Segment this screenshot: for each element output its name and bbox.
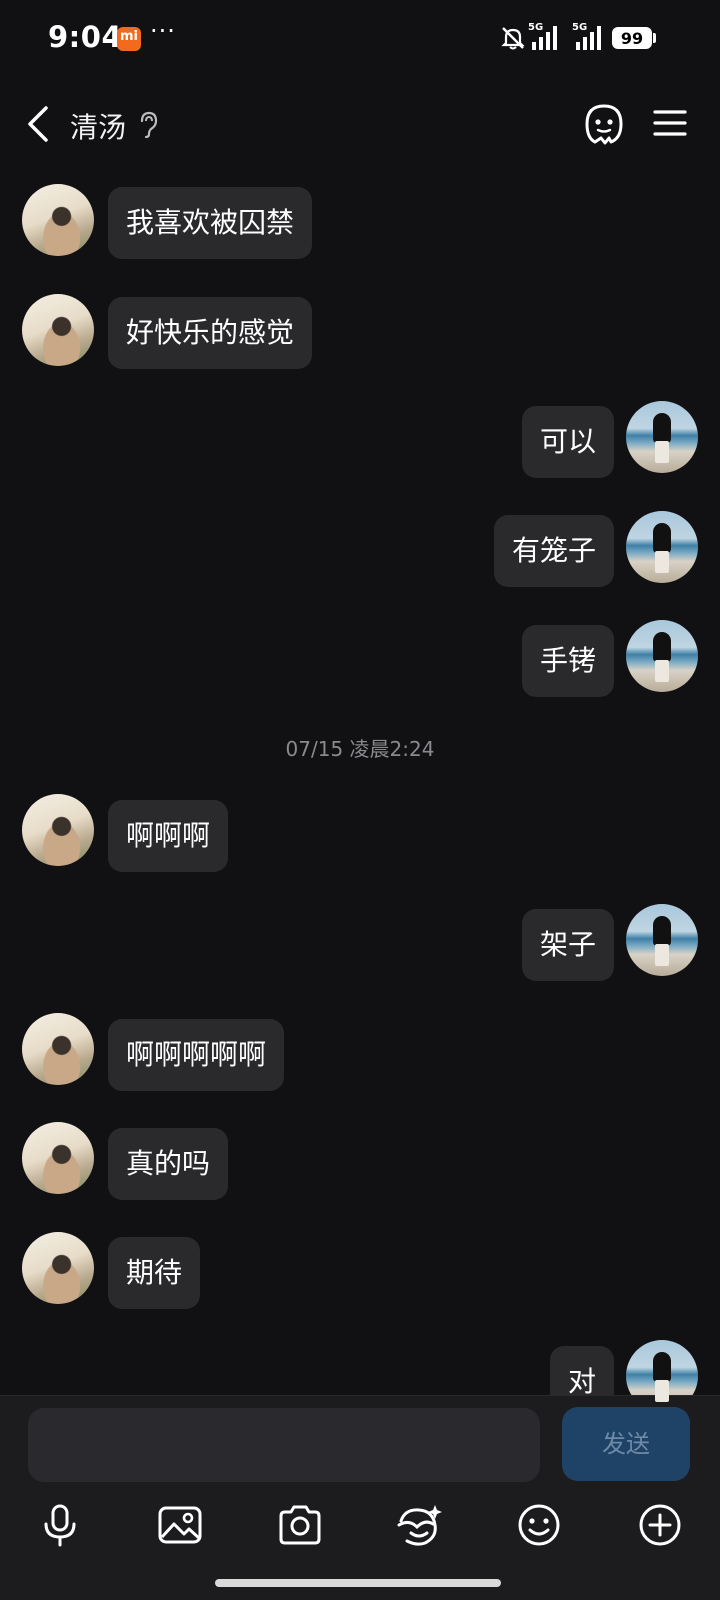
mi-badge-label: mi bbox=[119, 29, 138, 44]
my-avatar[interactable] bbox=[626, 620, 698, 692]
chevron-left-icon[interactable] bbox=[24, 104, 52, 144]
battery-level: 99 bbox=[620, 29, 644, 48]
ghost-icon[interactable] bbox=[583, 102, 625, 146]
message-bubble-outgoing[interactable]: 可以 bbox=[521, 406, 614, 478]
message-timestamp: 07/15 凌晨2:24 bbox=[285, 737, 435, 761]
emoji-icon[interactable] bbox=[515, 1501, 563, 1549]
contact-avatar[interactable] bbox=[22, 794, 94, 866]
mi-app-icon: mi bbox=[117, 27, 141, 51]
more-notifications-icon: ··· bbox=[150, 17, 176, 45]
message-bubble-outgoing[interactable]: 架子 bbox=[521, 909, 614, 981]
home-indicator[interactable] bbox=[215, 1579, 501, 1587]
battery-icon: 99 bbox=[612, 27, 652, 49]
message-bubble-outgoing[interactable]: 有笼子 bbox=[493, 515, 614, 587]
message-bubble-incoming[interactable]: 啊啊啊啊啊 bbox=[108, 1019, 285, 1091]
my-avatar[interactable] bbox=[626, 904, 698, 976]
sticker-icon[interactable] bbox=[395, 1501, 443, 1549]
contact-avatar[interactable] bbox=[22, 184, 94, 256]
contact-avatar[interactable] bbox=[22, 1232, 94, 1304]
bell-off-icon bbox=[501, 27, 525, 50]
camera-icon[interactable] bbox=[276, 1501, 324, 1549]
message-bubble-incoming[interactable]: 真的吗 bbox=[108, 1128, 229, 1200]
message-bubble-incoming[interactable]: 啊啊啊 bbox=[108, 800, 229, 872]
image-icon[interactable] bbox=[156, 1501, 204, 1549]
battery-tip bbox=[653, 33, 656, 43]
message-bubble-incoming[interactable]: 期待 bbox=[108, 1237, 201, 1309]
send-button[interactable]: 发送 bbox=[562, 1407, 690, 1481]
mic-icon[interactable] bbox=[36, 1501, 84, 1549]
message-input[interactable] bbox=[28, 1408, 540, 1482]
message-bubble-incoming[interactable]: 好快乐的感觉 bbox=[108, 297, 313, 369]
chat-header: 清汤 bbox=[0, 90, 720, 160]
plus-icon[interactable] bbox=[636, 1501, 684, 1549]
contact-avatar[interactable] bbox=[22, 1013, 94, 1085]
message-bubble-outgoing[interactable]: 手铐 bbox=[521, 625, 614, 697]
ear-icon bbox=[140, 111, 158, 139]
chat-screen: 9:04 mi ··· 5G 5G 99 清汤 我喜欢被囚禁 好快乐的感觉 可以… bbox=[0, 0, 720, 1600]
contact-avatar[interactable] bbox=[22, 1122, 94, 1194]
contact-name[interactable]: 清汤 bbox=[70, 106, 126, 146]
composer-bar: 发送 bbox=[0, 1395, 720, 1600]
my-avatar[interactable] bbox=[626, 511, 698, 583]
status-time: 9:04 bbox=[48, 20, 123, 54]
status-bar: 9:04 mi ··· 5G 5G 99 bbox=[0, 0, 720, 80]
contact-avatar[interactable] bbox=[22, 294, 94, 366]
my-avatar[interactable] bbox=[626, 401, 698, 473]
message-bubble-incoming[interactable]: 我喜欢被囚禁 bbox=[108, 187, 313, 259]
menu-icon[interactable] bbox=[652, 108, 688, 138]
